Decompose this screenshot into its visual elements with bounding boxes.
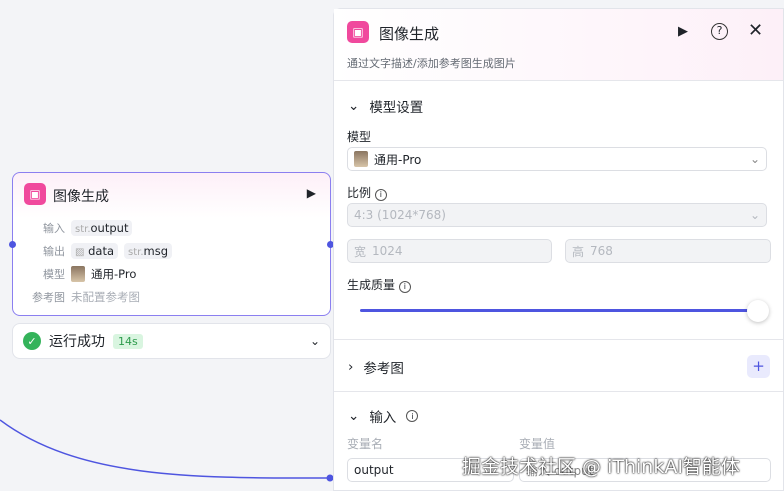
chevron-down-icon[interactable]: ⌄ (310, 334, 320, 348)
image-generation-node[interactable]: ▣ 图像生成 ▶ 输入 str.output 输出 ▨ data str.msg 模型… (9, 172, 334, 316)
ratio-select[interactable]: 4:3 (1024*768) ⌄ (347, 203, 767, 227)
close-icon[interactable]: ✕ (748, 20, 763, 41)
run-icon[interactable]: ▶ (678, 24, 688, 39)
row-label: 输入 (43, 222, 65, 235)
ratio-label: 比例 i (347, 184, 387, 201)
help-icon[interactable]: ? (711, 23, 728, 40)
image-icon: ▨ (75, 247, 85, 258)
info-icon: i (406, 410, 419, 422)
status-text: 运行成功 (49, 334, 105, 350)
run-status-bar[interactable]: ✓ 运行成功 14s ⌄ (12, 323, 331, 359)
quality-label: 生成质量 i (347, 276, 411, 293)
chevron-down-icon: ⌄ (749, 208, 760, 222)
model-avatar (71, 266, 85, 282)
row-label: 参考图 (32, 291, 65, 304)
reference-section[interactable]: › 参考图 (348, 357, 404, 377)
quality-slider-thumb[interactable] (747, 300, 769, 322)
output-chip-data: ▨ data (71, 243, 119, 259)
image-generation-icon: ▣ (347, 21, 369, 43)
height-input[interactable]: 高 768 (565, 239, 771, 263)
model-label: 模型 (347, 130, 372, 144)
chevron-down-icon: ⌄ (348, 98, 360, 114)
success-icon: ✓ (23, 332, 41, 350)
row-label: 模型 (43, 268, 65, 281)
info-icon: i (374, 188, 387, 201)
width-input[interactable]: 宽 1024 (347, 239, 552, 263)
panel-title: 图像生成 (379, 25, 440, 43)
panel-subtitle: 通过文字描述/添加参考图生成图片 (347, 57, 516, 70)
var-value-label: 变量值 (519, 437, 556, 451)
input-port[interactable] (9, 241, 16, 248)
var-name-label: 变量名 (347, 437, 384, 451)
model-settings-section[interactable]: ⌄ 模型设置 (348, 96, 423, 116)
run-icon[interactable]: ▶ (307, 186, 316, 200)
input-section[interactable]: ⌄ 输入 i (348, 406, 419, 426)
node-title: 图像生成 (53, 189, 109, 205)
input-chip: str.output (71, 220, 133, 236)
chevron-down-icon: ⌄ (348, 408, 360, 424)
info-icon: i (398, 280, 411, 293)
model-value: 通用-Pro (91, 267, 137, 281)
node-config-panel: ▣ 图像生成 通过文字描述/添加参考图生成图片 ▶ ? ✕ ⌄ 模型设置 模型 通… (333, 8, 784, 491)
reference-value: 未配置参考图 (71, 290, 140, 304)
duration-badge: 14s (113, 333, 143, 349)
add-reference-button[interactable]: + (747, 355, 770, 378)
quality-slider[interactable] (360, 309, 758, 312)
row-label: 输出 (43, 245, 65, 258)
chevron-down-icon: ⌄ (749, 152, 760, 166)
watermark: 掘金技术社区 @ iThinkAI智能体 (462, 456, 740, 478)
model-select[interactable]: 通用-Pro ⌄ (347, 147, 767, 171)
image-generation-icon: ▣ (24, 183, 46, 205)
output-chip-msg: str.msg (124, 243, 173, 259)
chevron-right-icon: › (348, 359, 354, 375)
